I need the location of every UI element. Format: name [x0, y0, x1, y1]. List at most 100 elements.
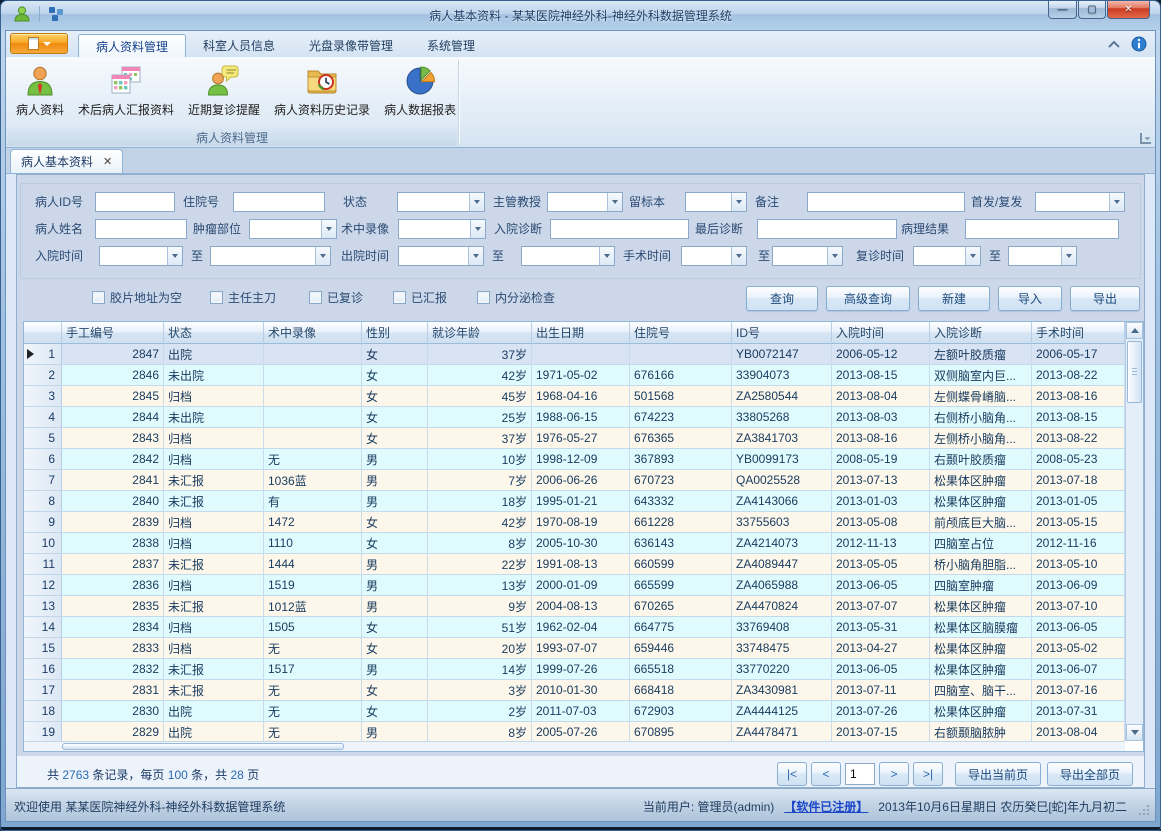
- row-header[interactable]: 11: [24, 554, 62, 575]
- inpatient-no-input[interactable]: [233, 192, 325, 212]
- postop-report-data-button[interactable]: 术后病人汇报资料: [71, 59, 181, 120]
- row-header[interactable]: 15: [24, 638, 62, 659]
- table-row[interactable]: 162832未汇报1517男14岁1999-07-266655183377022…: [24, 659, 1143, 680]
- tumor-site-combobox[interactable]: [249, 219, 337, 239]
- admission-diagnosis-input[interactable]: [550, 219, 689, 239]
- tab-patient-basic-info[interactable]: 病人基本资料 ✕: [10, 149, 123, 173]
- horizontal-scrollbar-thumb[interactable]: [62, 743, 344, 750]
- remark-input[interactable]: [807, 192, 965, 212]
- grid-header-cell[interactable]: 住院号: [630, 322, 732, 344]
- row-header[interactable]: 9: [24, 512, 62, 533]
- maximize-button[interactable]: ▢: [1078, 1, 1106, 19]
- patient-id-input[interactable]: [95, 192, 175, 212]
- professor-combobox[interactable]: [547, 192, 623, 212]
- final-diagnosis-input[interactable]: [757, 219, 897, 239]
- row-header[interactable]: 5: [24, 428, 62, 449]
- ribbon-tab-staff-info[interactable]: 科室人员信息: [186, 34, 292, 57]
- scroll-up-icon[interactable]: [1126, 322, 1143, 339]
- info-icon[interactable]: [1131, 36, 1147, 52]
- chevron-down-icon[interactable]: [731, 193, 746, 211]
- grid-header-cell[interactable]: 入院诊断: [930, 322, 1032, 344]
- patient-history-button[interactable]: 病人资料历史记录: [267, 59, 377, 120]
- next-page-button[interactable]: >: [879, 762, 909, 786]
- status-combobox[interactable]: [397, 192, 485, 212]
- table-row[interactable]: 72841未汇报1036蓝男7岁2006-06-26670723QA002552…: [24, 470, 1143, 491]
- chevron-down-icon[interactable]: [1109, 193, 1124, 211]
- revisit-date-from-combobox[interactable]: [913, 246, 981, 266]
- row-header[interactable]: 7: [24, 470, 62, 491]
- scroll-down-icon[interactable]: [1126, 724, 1143, 741]
- grid-header-cell[interactable]: 入院时间: [832, 322, 930, 344]
- grid-header-cell[interactable]: 术中录像: [264, 322, 362, 344]
- table-row[interactable]: 142834归档1505女51岁1962-02-0466477533769408…: [24, 617, 1143, 638]
- row-header[interactable]: 1: [24, 344, 62, 365]
- vertical-scrollbar-thumb[interactable]: [1127, 341, 1142, 403]
- table-row[interactable]: 62842归档无男10岁1998-12-09367893YB0099173200…: [24, 449, 1143, 470]
- chevron-down-icon[interactable]: [827, 247, 842, 265]
- chevron-down-icon[interactable]: [321, 220, 336, 238]
- onset-recurrence-combobox[interactable]: [1035, 192, 1125, 212]
- row-header[interactable]: 8: [24, 491, 62, 512]
- admission-date-to-combobox[interactable]: [210, 246, 331, 266]
- pathology-result-input[interactable]: [965, 219, 1119, 239]
- chevron-down-icon[interactable]: [607, 193, 622, 211]
- horizontal-scrollbar[interactable]: [24, 741, 1125, 751]
- vertical-scrollbar[interactable]: [1125, 322, 1143, 741]
- minimize-button[interactable]: —: [1048, 1, 1077, 19]
- table-row[interactable]: 12847出院女37岁YB00721472006-05-12左额叶胶质瘤2006…: [24, 344, 1143, 365]
- grid-header-cell[interactable]: 出生日期: [532, 322, 630, 344]
- revisit-reminder-button[interactable]: 近期复诊提醒: [181, 59, 267, 120]
- row-header[interactable]: 4: [24, 407, 62, 428]
- advanced-query-button[interactable]: 高级查询: [826, 286, 910, 311]
- row-header[interactable]: 19: [24, 722, 62, 743]
- table-row[interactable]: 172831未汇报无女3岁2010-01-30668418ZA343098120…: [24, 680, 1143, 701]
- film-address-empty-checkbox[interactable]: 胶片地址为空: [92, 289, 182, 306]
- export-current-page-button[interactable]: 导出当前页: [955, 762, 1041, 786]
- table-row[interactable]: 92839归档1472女42岁1970-08-19661228337556032…: [24, 512, 1143, 533]
- table-row[interactable]: 52843归档女37岁1976-05-27676365ZA38417032013…: [24, 428, 1143, 449]
- ribbon-tab-system-management[interactable]: 系统管理: [410, 34, 492, 57]
- import-button[interactable]: 导入: [998, 286, 1062, 311]
- surgery-video-combobox[interactable]: [398, 219, 486, 239]
- chevron-down-icon[interactable]: [599, 247, 614, 265]
- chevron-down-icon[interactable]: [167, 247, 182, 265]
- grid-header-cell[interactable]: 手工编号: [62, 322, 164, 344]
- ribbon-tab-patient-management[interactable]: 病人资料管理: [78, 34, 186, 57]
- grid-header-cell[interactable]: [24, 322, 62, 344]
- dialog-launcher-icon[interactable]: [1140, 133, 1151, 144]
- close-button[interactable]: ✕: [1107, 1, 1150, 19]
- page-number-input[interactable]: [845, 763, 875, 785]
- patient-data-button[interactable]: 病人资料: [9, 59, 71, 120]
- row-header[interactable]: 16: [24, 659, 62, 680]
- table-row[interactable]: 22846未出院女42岁1971-05-02676166339040732013…: [24, 365, 1143, 386]
- ribbon-tab-disc-tape-management[interactable]: 光盘录像带管理: [292, 34, 410, 57]
- row-header[interactable]: 2: [24, 365, 62, 386]
- row-header[interactable]: 3: [24, 386, 62, 407]
- table-row[interactable]: 182830出院无女2岁2011-07-03672903ZA4444125201…: [24, 701, 1143, 722]
- table-row[interactable]: 112837未汇报1444男22岁1991-08-13660599ZA40894…: [24, 554, 1143, 575]
- first-page-button[interactable]: |<: [777, 762, 807, 786]
- grid-header-cell[interactable]: 手术时间: [1032, 322, 1125, 344]
- chevron-down-icon[interactable]: [1061, 247, 1076, 265]
- table-row[interactable]: 152833归档无女20岁1993-07-0765944633748475201…: [24, 638, 1143, 659]
- tab-close-icon[interactable]: ✕: [103, 155, 112, 168]
- table-row[interactable]: 42844未出院女25岁1988-06-15674223338052682013…: [24, 407, 1143, 428]
- reported-checkbox[interactable]: 已汇报: [393, 289, 447, 306]
- revisited-checkbox[interactable]: 已复诊: [309, 289, 363, 306]
- endocrine-exam-checkbox[interactable]: 内分泌检查: [477, 289, 555, 306]
- chevron-down-icon[interactable]: [731, 247, 746, 265]
- app-menu-button[interactable]: [10, 33, 68, 54]
- new-button[interactable]: 新建: [918, 286, 990, 311]
- table-row[interactable]: 102838归档1110女8岁2005-10-30636143ZA4214073…: [24, 533, 1143, 554]
- specimen-combobox[interactable]: [685, 192, 747, 212]
- chevron-down-icon[interactable]: [965, 247, 980, 265]
- discharge-date-to-combobox[interactable]: [521, 246, 615, 266]
- chevron-down-icon[interactable]: [315, 247, 330, 265]
- revisit-date-to-combobox[interactable]: [1008, 246, 1077, 266]
- export-button[interactable]: 导出: [1070, 286, 1140, 311]
- table-row[interactable]: 82840未汇报有男18岁1995-01-21643332ZA414306620…: [24, 491, 1143, 512]
- row-header[interactable]: 14: [24, 617, 62, 638]
- resize-grip-icon[interactable]: [1138, 804, 1150, 816]
- surgery-date-to-combobox[interactable]: [772, 246, 843, 266]
- patient-name-input[interactable]: [95, 219, 187, 239]
